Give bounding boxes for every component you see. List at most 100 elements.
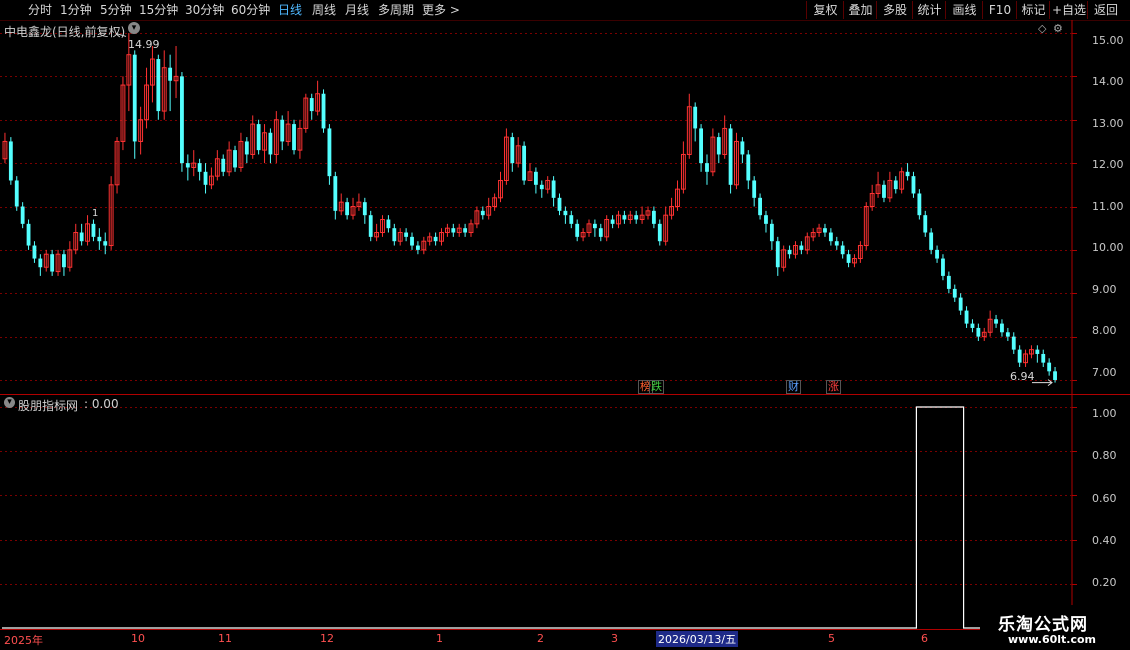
- candle-body-down: [911, 176, 916, 194]
- candle-body-down: [958, 297, 963, 311]
- event-rise-badge[interactable]: 涨: [826, 380, 841, 394]
- candle-body-down: [775, 241, 780, 268]
- candle-body-down: [828, 232, 833, 242]
- candle-body-down: [1017, 349, 1022, 363]
- candle-body-down: [79, 232, 84, 242]
- candle-body-down: [180, 76, 184, 164]
- candle-body-down: [522, 145, 527, 181]
- candle-body-down: [480, 210, 485, 216]
- candle-body-down: [97, 236, 102, 242]
- time-label: 3: [611, 632, 618, 645]
- chevron-down-icon[interactable]: ▾: [128, 22, 140, 34]
- candle-body-down: [321, 93, 326, 129]
- candle-body-down: [1011, 336, 1016, 350]
- candle-body-down: [392, 228, 397, 242]
- candle-body-down: [705, 163, 709, 172]
- candle-body-down: [758, 197, 762, 216]
- low-price-label: 6.94: [1010, 370, 1035, 383]
- candle-body-down: [551, 180, 556, 198]
- chart-canvas: [0, 20, 1130, 630]
- candle-body-down: [233, 150, 237, 168]
- time-label: 11: [218, 632, 232, 645]
- price-tick: 9.00: [1092, 283, 1117, 296]
- candle-body-down: [26, 223, 31, 246]
- candle-body-down: [333, 176, 338, 211]
- candle-body-down: [657, 223, 662, 242]
- indicator-tick: 0.60: [1092, 492, 1117, 505]
- candle-body-down: [20, 206, 25, 224]
- candle-body-down: [929, 232, 934, 250]
- candle-body-down: [32, 245, 37, 259]
- candle-body-down: [610, 219, 615, 224]
- candle-body-down: [433, 236, 438, 242]
- candle-body-down: [893, 180, 898, 190]
- candle-body-down: [846, 254, 851, 263]
- price-tick: 14.00: [1092, 75, 1124, 88]
- candle-body-down: [410, 236, 414, 246]
- candle-body-down: [917, 193, 922, 216]
- candle-body-down: [592, 223, 597, 229]
- indicator-menu-icon[interactable]: ▾: [4, 397, 15, 408]
- candle-body-down: [752, 180, 757, 198]
- candle-body-down: [415, 245, 420, 250]
- candle-body-down: [769, 223, 774, 242]
- candle-body-down: [557, 197, 562, 211]
- candle-body-down: [50, 254, 55, 272]
- watermark: 乐淘公式网 www.60lt.com: [980, 605, 1130, 650]
- candle-body-down: [728, 128, 733, 185]
- candle-body-down: [787, 249, 792, 255]
- candle-body-down: [103, 241, 108, 246]
- price-tick: 7.00: [1092, 366, 1117, 379]
- candle-body-down: [1035, 349, 1040, 354]
- candle-body-down: [244, 141, 249, 155]
- candle-body-down: [203, 171, 208, 185]
- candle-body-down: [634, 215, 639, 220]
- candle-body-down: [386, 219, 391, 229]
- candle-body-down: [1005, 332, 1010, 337]
- time-label: 10: [131, 632, 145, 645]
- candle-body-down: [740, 141, 745, 155]
- candle-body-down: [764, 215, 768, 224]
- cursor-date-label: 2026/03/13/五: [656, 631, 739, 647]
- candle-body-down: [345, 202, 350, 216]
- watermark-url: www.60lt.com: [1008, 633, 1097, 646]
- candle-body-down: [38, 258, 43, 268]
- indicator-line: [2, 406, 1130, 629]
- price-tick: 13.00: [1092, 117, 1124, 130]
- candle-body-down: [699, 128, 704, 164]
- candle-body-down: [905, 171, 910, 177]
- settings-icon[interactable]: ⚙: [1053, 22, 1063, 35]
- indicator-tick: 0.80: [1092, 449, 1117, 462]
- candlestick-series: [2, 32, 1057, 386]
- candle-body-down: [840, 245, 845, 255]
- candle-body-down: [362, 202, 367, 216]
- candle-body-down: [62, 254, 66, 268]
- candle-body-down: [268, 132, 273, 155]
- time-label: 5: [828, 632, 835, 645]
- event-finance-badge[interactable]: 财: [786, 380, 801, 394]
- candle-body-down: [946, 275, 951, 289]
- candle-body-down: [451, 228, 456, 233]
- candle-body-down: [563, 210, 568, 216]
- high-price-label: 14.99: [128, 38, 160, 51]
- candle-body-down: [168, 67, 173, 81]
- grid: [0, 20, 1130, 630]
- price-tick: 11.00: [1092, 200, 1124, 213]
- candle-body-down: [651, 210, 656, 224]
- candle-body-down: [197, 163, 202, 172]
- candle-body-down: [598, 228, 603, 237]
- diamond-icon[interactable]: ◇: [1038, 22, 1046, 35]
- candle-body-down: [799, 245, 804, 250]
- candle-body-down: [533, 171, 538, 185]
- candle-body-down: [575, 223, 580, 237]
- event-drop-badge[interactable]: 跌: [649, 380, 664, 394]
- candle-body-down: [256, 124, 261, 151]
- watermark-title: 乐淘公式网: [998, 615, 1088, 635]
- time-label: 12: [320, 632, 334, 645]
- candle-body-down: [14, 180, 19, 207]
- candle-body-down: [368, 215, 373, 237]
- candle-body-down: [327, 128, 332, 177]
- candle-body-down: [716, 137, 721, 155]
- price-tick: 10.00: [1092, 241, 1124, 254]
- indicator-tick: 0.40: [1092, 534, 1117, 547]
